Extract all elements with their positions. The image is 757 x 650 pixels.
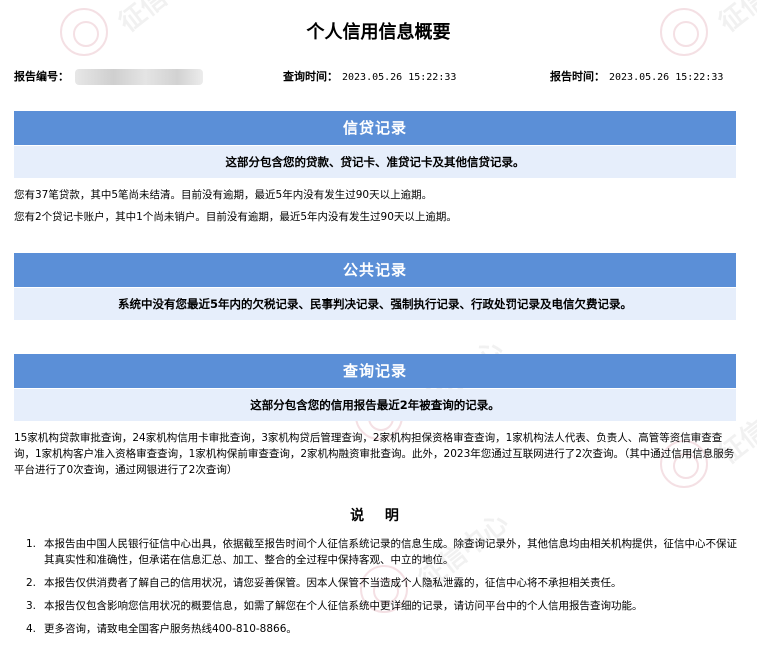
note-text: 更多咨询，请致电全国客户服务热线400-810-8866。 (44, 623, 297, 635)
note-number: 2. (26, 577, 37, 589)
public-section-subheader: 系统中没有您最近5年内的欠税记录、民事判决记录、强制执行记录、行政处罚记录及电信… (14, 288, 736, 320)
inquiry-paragraph: 15家机构贷款审批查询，24家机构信用卡审批查询，3家机构贷后管理查询，2家机构… (14, 432, 735, 476)
report-time-label: 报告时间： (550, 70, 605, 83)
note-text: 本报告由中国人民银行征信中心出具，依据截至报告时间个人征信系统记录的信息生成。除… (44, 538, 737, 566)
note-number: 3. (26, 600, 37, 612)
note-text: 本报告仅包含影响您信用状况的概要信息，如需了解您在个人征信系统中更详细的记录，请… (44, 600, 643, 612)
report-number: 报告编号： (14, 68, 203, 85)
report-time: 报告时间： 2023.05.26 15:22:33 (550, 68, 723, 84)
credit-section-header: 信贷记录 (14, 111, 736, 145)
note-text: 本报告仅供消费者了解自己的信用状况，请您妥善保管。因本人保管不当造成个人隐私泄露… (44, 577, 622, 589)
inquiry-section-subheader: 这部分包含您的信用报告最近2年被查询的记录。 (14, 389, 736, 421)
credit-section-subheader: 这部分包含您的贷款、贷记卡、准贷记卡及其他信贷记录。 (14, 146, 736, 178)
page-title: 个人信用信息概要 (306, 22, 451, 43)
report-number-label: 报告编号： (14, 70, 69, 83)
note-item: 1. 本报告由中国人民银行征信中心出具，依据截至报告时间个人征信系统记录的信息生成… (26, 536, 738, 568)
note-number: 4. (26, 623, 37, 635)
credit-card-summary: 您有2个贷记卡账户，其中1个尚未销户。目前没有逾期，最近5年内没有发生过90天以… (14, 211, 457, 223)
query-time: 查询时间： 2023.05.26 15:22:33 (283, 68, 456, 84)
note-number: 1. (26, 538, 37, 550)
public-section-header: 公共记录 (14, 253, 736, 287)
report-time-value: 2023.05.26 15:22:33 (609, 72, 724, 83)
note-item: 2. 本报告仅供消费者了解自己的信用状况，请您妥善保管。因本人保管不当造成个人隐私… (26, 575, 738, 591)
note-item: 4. 更多咨询，请致电全国客户服务热线400-810-8866。 (26, 621, 738, 637)
notes-title: 说 明 (350, 508, 407, 524)
report-number-redacted (75, 69, 203, 85)
notes-list: 1. 本报告由中国人民银行征信中心出具，依据截至报告时间个人征信系统记录的信息生成… (26, 536, 738, 644)
query-time-label: 查询时间： (283, 70, 338, 83)
query-time-value: 2023.05.26 15:22:33 (342, 72, 457, 83)
note-item: 3. 本报告仅包含影响您信用状况的概要信息，如需了解您在个人征信系统中更详细的记录… (26, 598, 738, 614)
inquiry-section-header: 查询记录 (14, 354, 736, 388)
credit-loan-summary: 您有37笔贷款，其中5笔尚未结清。目前没有逾期，最近5年内没有发生过90天以上逾… (14, 189, 433, 201)
